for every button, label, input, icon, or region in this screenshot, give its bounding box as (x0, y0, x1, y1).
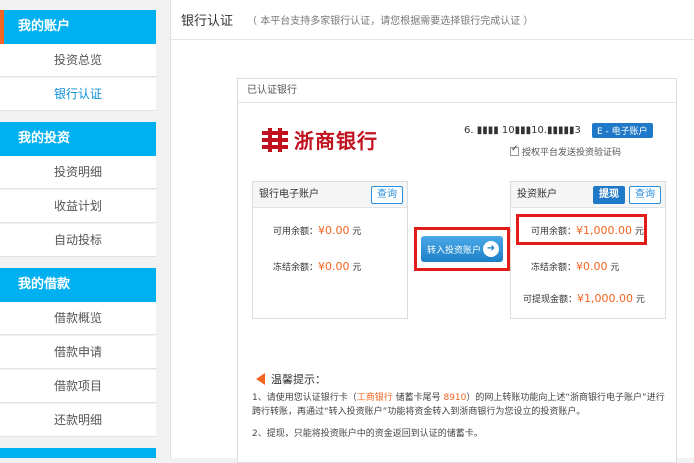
bank-available-value: ¥0.00 (318, 224, 350, 237)
invest-query-button[interactable]: 查询 (629, 186, 661, 204)
invest-account-header: 投资账户 提现 查询 (511, 182, 665, 208)
authorize-label: 授权平台发送投资验证码 (522, 148, 622, 158)
available-balance-highlight (516, 214, 647, 245)
sidebar-item-auto-bid[interactable]: 自动投标 (0, 224, 156, 257)
main-panel: 银行认证 （ 本平台支持多家银行认证，请您根据需要选择银行完成认证 ） 已认证银… (170, 0, 694, 463)
page-title: 银行认证 (181, 14, 234, 29)
bank-logo: 浙商银行 (260, 125, 378, 154)
invest-account-title: 投资账户 (517, 189, 557, 200)
section-next (0, 448, 156, 458)
transfer-to-investment-button[interactable]: 转入投资账户 ➜ (421, 236, 503, 262)
transfer-highlight: 转入投资账户 ➜ (414, 227, 510, 271)
bank-available-row: 可用余额：¥0.00 元 (273, 224, 362, 237)
sidebar-item-loan-application[interactable]: 借款申请 (0, 336, 156, 369)
invest-frozen-value: ¥0.00 (576, 260, 608, 273)
section-my-account: 我的账户 (0, 10, 156, 44)
checkbox-checked-icon[interactable] (510, 144, 519, 156)
tip-card-tail: 8910 (443, 393, 467, 403)
invest-frozen-row: 冻结余额：¥0.00 元 (531, 260, 620, 273)
section-my-loans: 我的借款 (0, 268, 156, 302)
invest-withdrawable-row: 可提现金额：¥1,000.00 元 (523, 292, 645, 305)
sidebar: 我的账户 投资总览 银行认证 我的投资 投资明细 收益计划 自动投标 我的借款 … (0, 0, 156, 458)
speaker-icon (256, 373, 265, 385)
tips-title: 温馨提示： (256, 371, 326, 387)
bank-account-header: 银行电子账户 查询 (253, 182, 407, 208)
account-number: 6. ▮▮▮▮ 10▮▮▮10.▮▮▮▮▮3 (464, 125, 581, 136)
sidebar-item-investment-details[interactable]: 投资明细 (0, 156, 156, 189)
invest-withdrawable-value: ¥1,000.00 (577, 292, 633, 305)
sidebar-item-loan-projects[interactable]: 借款项目 (0, 370, 156, 403)
bank-electronic-account-box: 银行电子账户 查询 可用余额：¥0.00 元 冻结余额：¥0.00 元 (252, 181, 408, 319)
certified-bank-label: 已认证银行 (238, 79, 676, 103)
tip-line-1: 1、请使用您认证银行卡（工商银行 储蓄卡尾号 8910）的网上转账功能向上述“浙… (252, 393, 665, 417)
arrow-right-icon: ➜ (483, 241, 499, 257)
bank-frozen-value: ¥0.00 (318, 260, 350, 273)
tip-bank-name: 工商银行 (356, 393, 393, 403)
sidebar-item-bank-certification[interactable]: 银行认证 (0, 78, 156, 111)
bank-frozen-row: 冻结余额：¥0.00 元 (273, 260, 362, 273)
page-header: 银行认证 （ 本平台支持多家银行认证，请您根据需要选择银行完成认证 ） (171, 0, 694, 40)
section-my-investment: 我的投资 (0, 122, 156, 156)
authorize-checkbox[interactable]: 授权平台发送投资验证码 (510, 144, 622, 158)
sidebar-item-investment-overview[interactable]: 投资总览 (0, 44, 156, 77)
czbank-logo-icon (262, 127, 288, 152)
bank-account-title: 银行电子账户 (259, 189, 319, 200)
sidebar-item-repayment-details[interactable]: 还款明细 (0, 404, 156, 437)
withdraw-button[interactable]: 提现 (593, 186, 625, 204)
sidebar-item-earnings-plan[interactable]: 收益计划 (0, 190, 156, 223)
page-note: （ 本平台支持多家银行认证，请您根据需要选择银行完成认证 ） (247, 16, 534, 27)
sidebar-item-loan-overview[interactable]: 借款概览 (0, 302, 156, 335)
bank-query-button[interactable]: 查询 (371, 186, 403, 204)
certified-bank-card: 已认证银行 浙商银行 6. ▮▮▮▮ 10▮▮▮10.▮▮▮▮▮3 E - 电子… (237, 78, 677, 463)
tip-line-2: 2、提现，只能将投资账户中的资金返回到认证的储蓄卡。 (252, 429, 483, 439)
bank-name: 浙商银行 (294, 129, 378, 153)
investment-account-box: 投资账户 提现 查询 可用余额：¥1,000.00 元 冻结余额：¥0.00 元… (510, 181, 666, 319)
e-account-badge: E - 电子账户 (592, 123, 653, 138)
